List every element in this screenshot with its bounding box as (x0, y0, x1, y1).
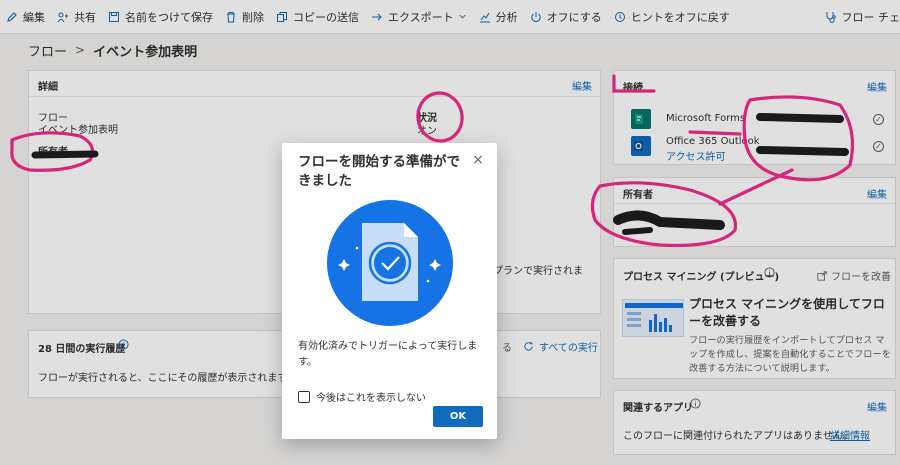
checkbox-box[interactable] (298, 390, 310, 403)
dont-show-again-checkbox[interactable]: 今後はこれを表示しない (298, 389, 426, 404)
ok-button[interactable]: OK (433, 406, 483, 427)
close-icon[interactable]: × (471, 153, 485, 167)
dialog-body: 有効化済みでトリガーによって実行します。 (298, 341, 478, 368)
flow-ready-dialog: フローを開始する準備ができました × 有効化済みでトリガーによって実行します。 … (282, 143, 497, 439)
dialog-title: フローを開始する準備ができました (298, 154, 460, 189)
flow-ready-illustration (327, 200, 453, 326)
dont-show-again-label: 今後はこれを表示しない (316, 393, 426, 404)
